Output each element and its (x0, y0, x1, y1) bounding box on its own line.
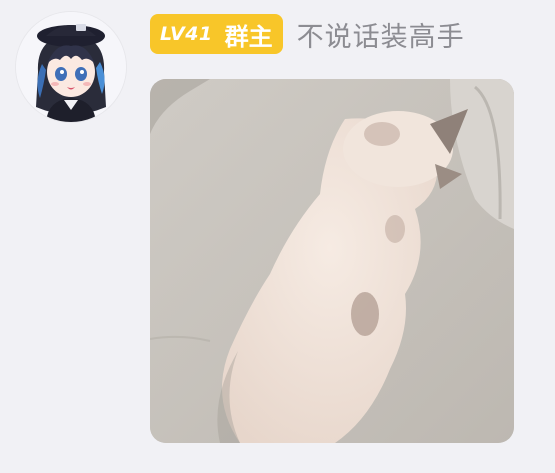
sleeping-cat-photo (150, 79, 514, 443)
level-role-badge[interactable]: LV41 群主 (150, 14, 283, 54)
level-label: LV41 (160, 23, 213, 45)
anime-girl-avatar-icon (16, 12, 126, 122)
chat-message-row: LV41 群主 不说话装高手 (0, 0, 555, 473)
sender-avatar[interactable] (16, 12, 126, 122)
message-header: LV41 群主 不说话装高手 (150, 12, 465, 56)
role-label: 群主 (224, 22, 273, 51)
image-message[interactable] (150, 79, 514, 443)
sender-nickname[interactable]: 不说话装高手 (297, 15, 465, 54)
